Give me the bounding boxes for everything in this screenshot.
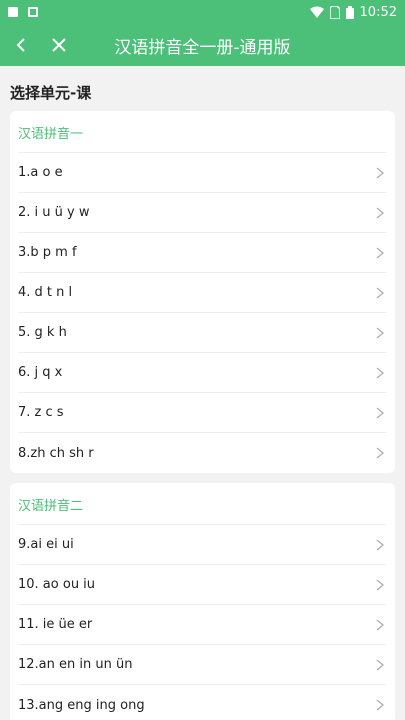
app-notification-icon: [28, 7, 38, 17]
notification-icon: [8, 7, 18, 17]
lesson-label: 13.ang eng ing ong: [18, 697, 145, 713]
chevron-right-icon: [373, 166, 387, 180]
unit-title: 汉语拼音一: [18, 111, 387, 153]
chevron-right-icon: [373, 578, 387, 592]
lesson-item[interactable]: 11. ie üe er: [18, 605, 387, 645]
lesson-label: 5. g k h: [18, 325, 67, 340]
lesson-label: 3.b p m f: [18, 245, 77, 260]
lesson-item[interactable]: 13.ang eng ing ong: [18, 685, 387, 720]
chevron-left-icon[interactable]: [8, 32, 34, 58]
chevron-right-icon: [373, 286, 387, 300]
lesson-label: 2. i u ü y w: [18, 205, 90, 220]
lesson-label: 6. j q x: [18, 365, 63, 380]
chevron-right-icon: [373, 658, 387, 672]
chevron-right-icon: [373, 618, 387, 632]
unit-card-2: 汉语拼音二 9.ai ei ui 10. ao ou iu 11. ie üe …: [10, 483, 395, 720]
battery-icon: [345, 5, 354, 19]
status-bar: 10:52: [0, 0, 405, 24]
app-bar: 汉语拼音全一册-通用版: [0, 24, 405, 66]
lesson-item[interactable]: 6. j q x: [18, 353, 387, 393]
chevron-right-icon: [373, 206, 387, 220]
lesson-label: 10. ao ou iu: [18, 577, 96, 592]
lesson-item[interactable]: 4. d t n l: [18, 273, 387, 313]
lesson-label: 4. d t n l: [18, 285, 73, 300]
chevron-right-icon: [373, 406, 387, 420]
chevron-right-icon: [373, 446, 387, 460]
lesson-item[interactable]: 10. ao ou iu: [18, 565, 387, 605]
chevron-right-icon: [373, 538, 387, 552]
lesson-item[interactable]: 12.an en in un ün: [18, 645, 387, 685]
chevron-right-icon: [373, 698, 387, 712]
lesson-item[interactable]: 7. z c s: [18, 393, 387, 433]
lesson-item[interactable]: 5. g k h: [18, 313, 387, 353]
status-time: 10:52: [359, 4, 397, 20]
lesson-label: 9.ai ei ui: [18, 537, 74, 552]
status-notifications: [8, 7, 38, 17]
lesson-label: 7. z c s: [18, 405, 64, 420]
no-sim-icon: [329, 5, 340, 19]
lesson-item[interactable]: 1.a o e: [18, 153, 387, 193]
lesson-label: 8.zh ch sh r: [18, 445, 94, 461]
wifi-icon: [309, 6, 324, 18]
lesson-item[interactable]: 9.ai ei ui: [18, 525, 387, 565]
close-icon[interactable]: [46, 32, 72, 58]
lesson-item[interactable]: 8.zh ch sh r: [18, 433, 387, 473]
section-heading: 选择单元-课: [10, 84, 92, 102]
chevron-right-icon: [373, 326, 387, 340]
status-indicators: 10:52: [309, 4, 397, 20]
lesson-item[interactable]: 2. i u ü y w: [18, 193, 387, 233]
unit-title: 汉语拼音二: [18, 483, 387, 525]
lesson-item[interactable]: 3.b p m f: [18, 233, 387, 273]
lesson-label: 12.an en in un ün: [18, 657, 133, 672]
chevron-right-icon: [373, 366, 387, 380]
lesson-label: 1.a o e: [18, 165, 63, 180]
chevron-right-icon: [373, 246, 387, 260]
lesson-label: 11. ie üe er: [18, 617, 93, 632]
unit-card-1: 汉语拼音一 1.a o e 2. i u ü y w 3.b p m f 4. …: [10, 111, 395, 473]
